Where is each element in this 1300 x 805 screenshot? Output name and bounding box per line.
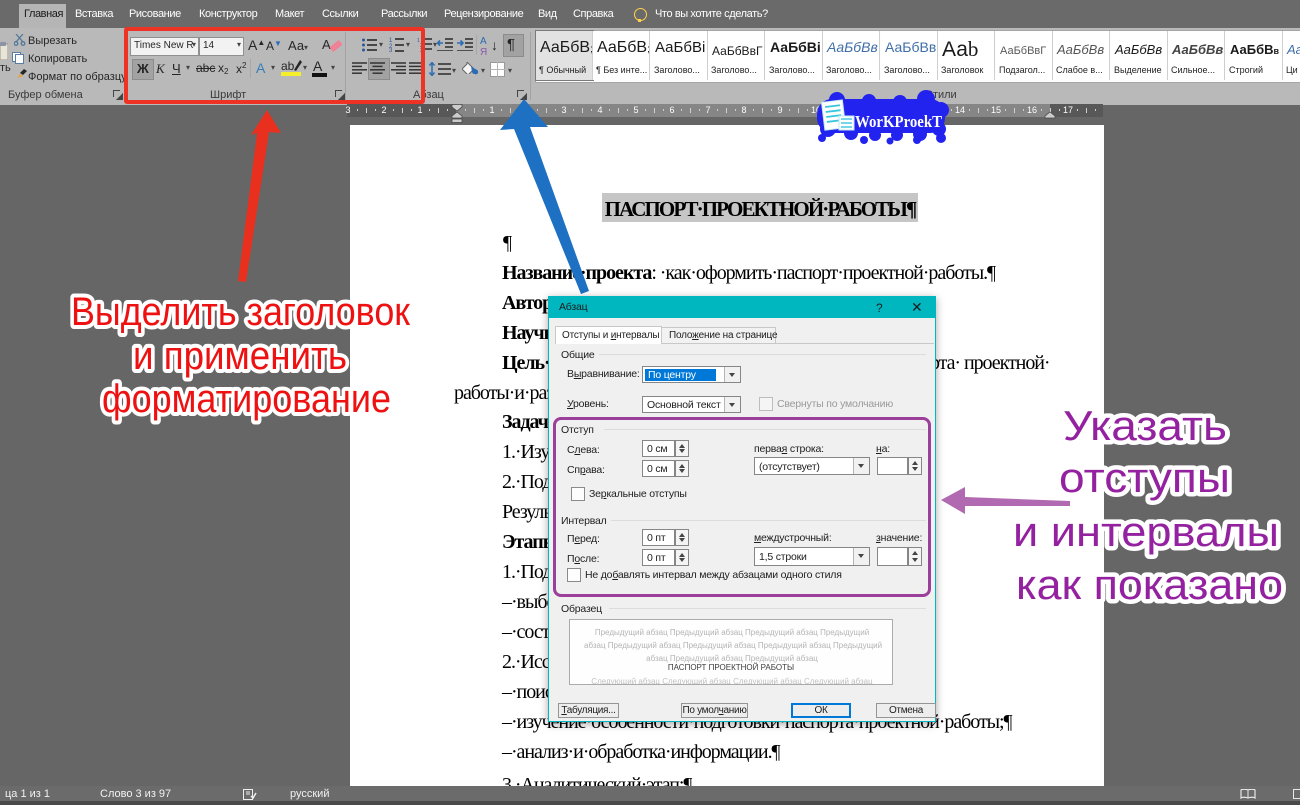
svg-text:Указать: Указать <box>1063 402 1227 449</box>
svg-text:как показано: как показано <box>1016 561 1283 608</box>
svg-text:WorKProekT: WorKProekT <box>855 112 942 131</box>
svg-text:отступы: отступы <box>1059 454 1230 501</box>
svg-text:Выделить заголовок: Выделить заголовок <box>71 290 410 334</box>
svg-text:форматирование: форматирование <box>102 377 391 421</box>
svg-text:и интервалы: и интервалы <box>1013 508 1279 555</box>
svg-text:и применить: и применить <box>133 334 347 378</box>
